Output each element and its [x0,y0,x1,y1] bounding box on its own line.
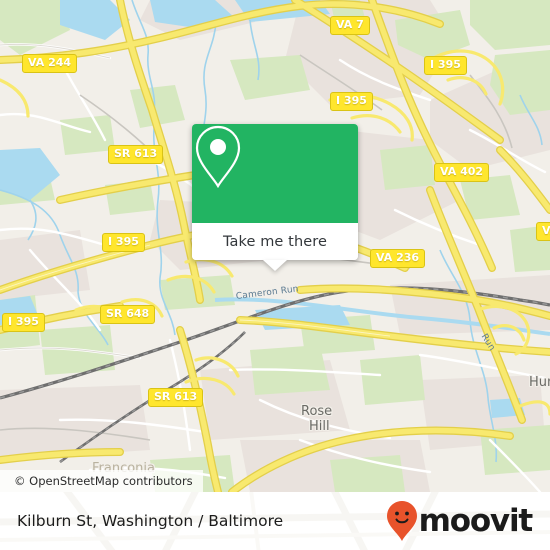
location-title: Kilburn St, Washington / Baltimore [17,512,284,530]
highway-shield[interactable]: VA [536,222,550,241]
take-me-there-label: Take me there [222,233,328,250]
highway-shield[interactable]: I 395 [2,313,45,332]
map-canvas[interactable]: VA 244 VA 7 I 395 I 395 SR 613 VA 402 I … [0,0,550,492]
highway-shield[interactable]: SR 613 [148,388,204,407]
moovit-wordmark: moovit [418,502,534,539]
highway-shield[interactable]: SR 613 [108,145,164,164]
highway-shield[interactable]: VA 402 [434,163,490,182]
moovit-map-screenshot: VA 244 VA 7 I 395 I 395 SR 613 VA 402 I … [0,0,550,550]
attribution-text: © OpenStreetMap contributors [14,474,193,488]
highway-shield[interactable]: I 395 [330,92,373,111]
highway-shield[interactable]: I 395 [102,233,145,252]
moovit-smiley-pin-icon [386,501,417,541]
popup-header [192,124,358,223]
highway-shield[interactable]: VA 236 [370,249,426,268]
popup-pointer-tail [263,260,287,271]
highway-shield[interactable]: SR 648 [100,305,156,324]
destination-popup-card[interactable]: Take me there [192,124,358,271]
map-pin-icon [195,125,241,189]
highway-shield[interactable]: VA 244 [22,54,78,73]
footer-bar: Kilburn St, Washington / Baltimore moovi… [0,492,550,550]
map-attribution[interactable]: © OpenStreetMap contributors [0,470,203,492]
moovit-brand[interactable]: moovit [386,500,534,542]
highway-shield[interactable]: I 395 [424,56,467,75]
highway-shield[interactable]: VA 7 [330,16,370,35]
take-me-there-button[interactable]: Take me there [192,223,358,260]
